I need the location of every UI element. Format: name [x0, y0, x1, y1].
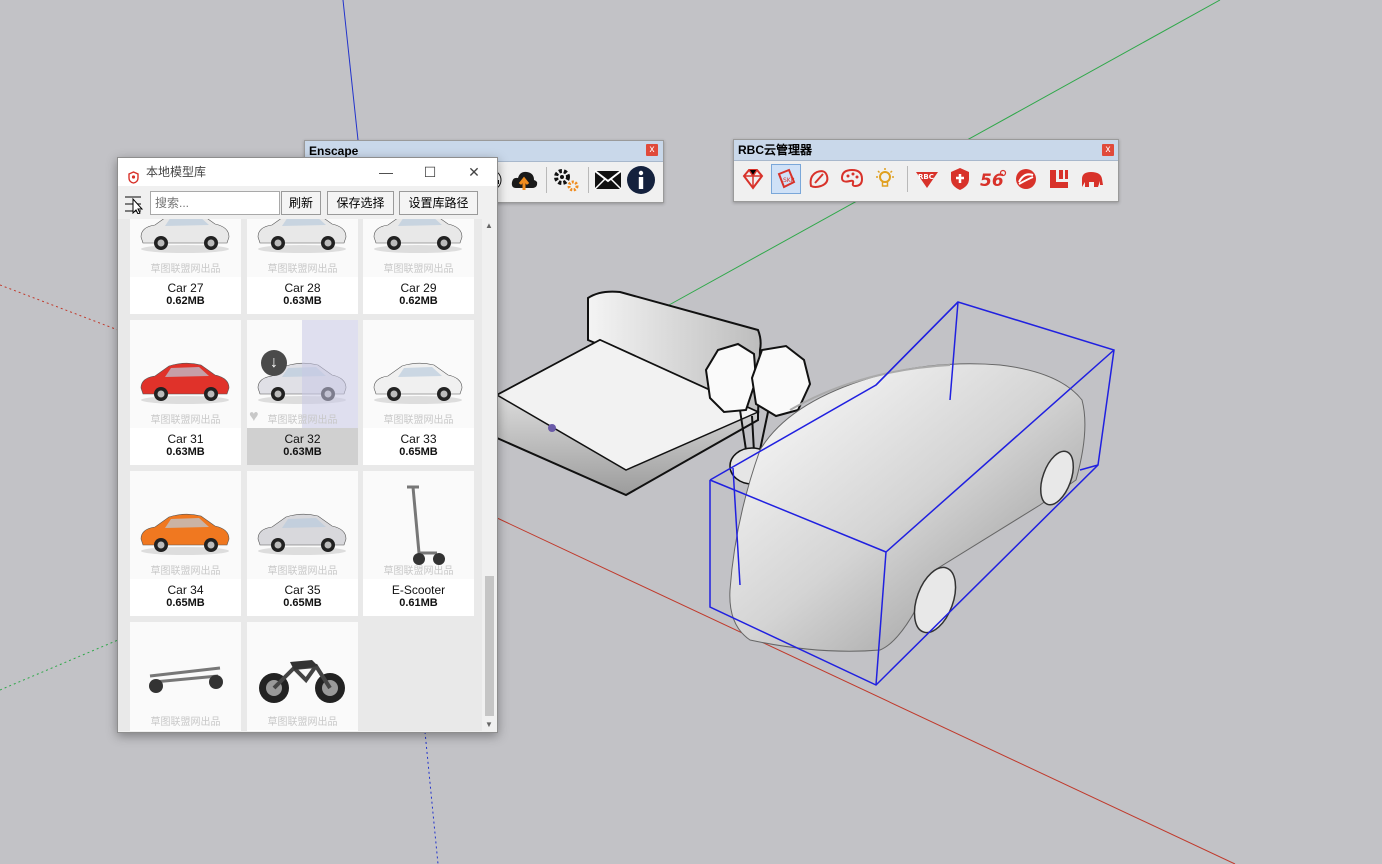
model-name: Car 35 — [284, 583, 321, 597]
scrollbar-thumb[interactable] — [485, 576, 494, 716]
56-logo-icon[interactable]: 56 — [978, 164, 1008, 194]
library-toolbar: 刷新 保存选择 设置库路径 — [118, 186, 497, 219]
blue-axis — [342, 0, 359, 141]
model-size: 0.63MB — [283, 295, 322, 307]
watermark-text: 草图联盟网出品 — [383, 566, 454, 577]
model-thumbnail[interactable]: 草图联盟网出品 — [363, 320, 474, 428]
watermark-text: 草图联盟网出品 — [383, 415, 454, 426]
blue-axis-dashed — [424, 731, 439, 864]
svg-text:RBC: RBC — [918, 173, 934, 181]
watermark-text: 草图联盟网出品 — [267, 566, 338, 577]
model-name: Car 29 — [400, 281, 437, 295]
svg-text:SKP: SKP — [783, 177, 795, 184]
download-icon[interactable]: ↓ — [261, 350, 287, 376]
model-card[interactable]: 草图联盟网出品 Motorbike 01 0.65MB — [247, 622, 358, 731]
shield-icon[interactable] — [945, 164, 975, 194]
vertical-scrollbar[interactable]: ▲ ▼ — [482, 219, 497, 731]
model-thumbnail[interactable]: 草图联盟网出品 — [130, 471, 241, 579]
model-card[interactable]: 草图联盟网出品 Car 31 0.63MB — [130, 320, 241, 465]
green-axis-dashed — [0, 639, 119, 691]
scroll-up-icon[interactable]: ▲ — [485, 221, 493, 230]
enscape-close-button[interactable]: x — [646, 144, 658, 156]
model-thumbnail[interactable]: 草图联盟网出品 — [363, 219, 474, 277]
model-card[interactable]: 草图联盟网出品 Car 28 0.63MB — [247, 219, 358, 314]
red-axis-left — [0, 284, 119, 331]
local-model-library-window: 本地模型库 — ☐ ✕ 刷新 保存选择 设置库路径 草图联盟网出品 Car 27 — [117, 157, 498, 733]
swirl-logo-icon[interactable] — [1011, 164, 1041, 194]
model-card[interactable]: 草图联盟网出品 Car 27 0.62MB — [130, 219, 241, 314]
model-name: Car 34 — [167, 583, 204, 597]
model-thumbnail[interactable]: 草图联盟网出品 — [247, 471, 358, 579]
model-card[interactable]: 草图联盟网出品 Car 33 0.65MB — [363, 320, 474, 465]
model-card[interactable]: ↓ ♥ 草图联盟网出品 Car 32 0.63MB — [247, 320, 358, 465]
library-titlebar[interactable]: 本地模型库 — ☐ ✕ — [118, 158, 497, 186]
model-size: 0.63MB — [283, 446, 322, 458]
refresh-button[interactable]: 刷新 — [281, 191, 321, 215]
material-brush-icon[interactable] — [804, 164, 834, 194]
model-size: 0.65MB — [166, 597, 205, 609]
model-grid: 草图联盟网出品 Car 27 0.62MB 草图联盟网出品 Car 28 0.6… — [118, 219, 482, 731]
save-selection-button[interactable]: 保存选择 — [327, 191, 394, 215]
model-card[interactable]: 草图联盟网出品 Car 29 0.62MB — [363, 219, 474, 314]
model-size: 0.63MB — [166, 446, 205, 458]
watermark-text: 草图联盟网出品 — [383, 264, 454, 275]
model-thumbnail[interactable]: ↓ ♥ 草图联盟网出品 — [247, 320, 358, 428]
model-size: 0.65MB — [399, 446, 438, 458]
model-name: Car 33 — [400, 432, 437, 446]
watermark-text: 草图联盟网出品 — [267, 717, 338, 728]
model-card[interactable]: 草图联盟网出品 Car 35 0.65MB — [247, 471, 358, 616]
mail-icon[interactable] — [593, 165, 623, 195]
model-thumbnail[interactable]: 草图联盟网出品 — [130, 219, 241, 277]
model-size: 0.62MB — [166, 295, 205, 307]
model-thumbnail[interactable]: 草图联盟网出品 — [363, 471, 474, 579]
model-name: Car 28 — [284, 281, 321, 295]
model-card[interactable]: 草图联盟网出品 E-Scooter 0.61MB — [363, 471, 474, 616]
rbc-title: RBC云管理器 — [734, 140, 1118, 161]
maximize-button[interactable]: ☐ — [408, 158, 452, 186]
model-card[interactable]: 草图联盟网出品 E-Scooter, Folded 0.6MB — [130, 622, 241, 731]
model-thumbnail[interactable]: 草图联盟网出品 — [130, 320, 241, 428]
diamond-icon[interactable] — [738, 164, 768, 194]
close-window-button[interactable]: ✕ — [452, 158, 496, 186]
watermark-text: 草图联盟网出品 — [267, 415, 338, 426]
model-thumbnail[interactable]: 草图联盟网出品 — [247, 622, 358, 730]
model-thumbnail[interactable]: 草图联盟网出品 — [130, 622, 241, 730]
model-size: 0.65MB — [283, 597, 322, 609]
library-title: 本地模型库 — [146, 165, 207, 179]
model-thumbnail[interactable]: 草图联盟网出品 — [247, 219, 358, 277]
watermark-text: 草图联盟网出品 — [267, 264, 338, 275]
rbc-close-button[interactable]: x — [1102, 144, 1114, 156]
scroll-down-icon[interactable]: ▼ — [485, 720, 493, 729]
rbc-toolbar: RBC云管理器 x SKP RBC 56 — [733, 139, 1119, 202]
info-icon[interactable] — [626, 165, 656, 195]
model-name: E-Scooter — [391, 583, 446, 597]
light-bulb-icon[interactable] — [870, 164, 900, 194]
model-size: 0.62MB — [399, 295, 438, 307]
l-shape-icon[interactable] — [1044, 164, 1074, 194]
model-size: 0.61MB — [399, 597, 438, 609]
skp-file-icon[interactable]: SKP — [771, 164, 801, 194]
watermark-text: 草图联盟网出品 — [150, 264, 221, 275]
watermark-text: 草图联盟网出品 — [150, 566, 221, 577]
model-name: Car 31 — [167, 432, 204, 446]
minimize-button[interactable]: — — [364, 158, 408, 186]
cloud-upload-icon[interactable] — [509, 165, 539, 195]
elephant-icon[interactable] — [1077, 164, 1107, 194]
watermark-text: 草图联盟网出品 — [150, 415, 221, 426]
search-input[interactable] — [150, 191, 280, 215]
menu-icon[interactable] — [123, 194, 144, 215]
model-name: Car 32 — [284, 432, 321, 446]
set-library-path-button[interactable]: 设置库路径 — [399, 191, 478, 215]
palette-icon[interactable] — [837, 164, 867, 194]
model-name: Car 27 — [167, 281, 204, 295]
settings-gears-icon[interactable] — [551, 165, 581, 195]
rbc-logo-icon[interactable]: RBC — [912, 164, 942, 194]
model-card[interactable]: 草图联盟网出品 Car 34 0.65MB — [130, 471, 241, 616]
watermark-text: 草图联盟网出品 — [150, 717, 221, 728]
